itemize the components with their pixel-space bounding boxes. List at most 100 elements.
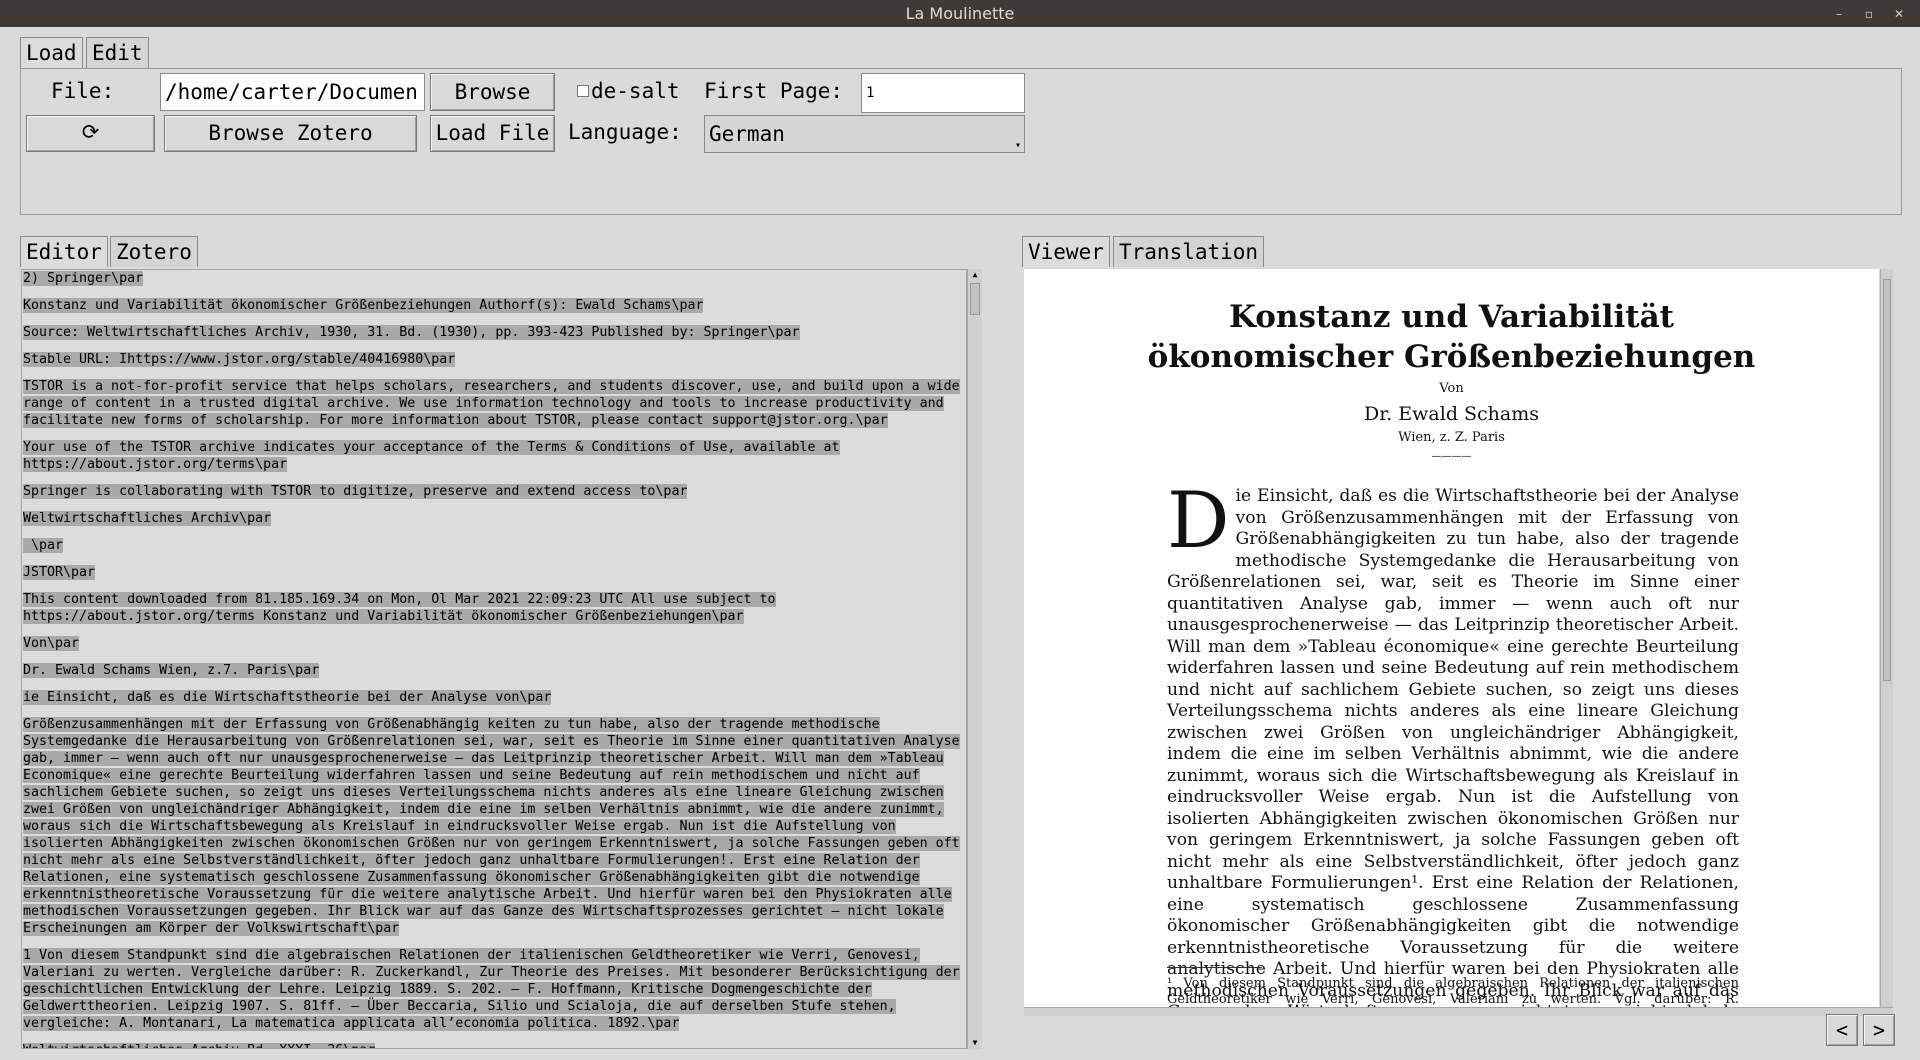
editor-line-text: Valeriani zu werten. Vergleiche darüber:…	[23, 965, 960, 980]
maximize-icon[interactable]: ▫	[1856, 4, 1882, 24]
next-page-button[interactable]: >	[1863, 1014, 1895, 1046]
editor-line-text: https://about.jstor.org/terms\par	[23, 457, 288, 472]
page-author: Dr. Ewald Schams	[1363, 403, 1540, 425]
editor-line: 1 Von diesem Standpunkt sind die algebra…	[22, 947, 966, 964]
editor-line-text: Weltwirtschaftliches Archiv Bd. XXXI. 26…	[23, 1043, 376, 1048]
editor-paragraph-gap	[22, 500, 966, 510]
page-rule: ————	[1431, 451, 1472, 462]
editor-line: ie Einsicht, daß es die Wirtschaftstheor…	[22, 689, 966, 706]
editor-line: geschichtlichen Entwicklung der Lehre. L…	[22, 981, 966, 998]
editor-paragraph-gap	[22, 314, 966, 324]
editor-line-text: \par	[23, 538, 64, 553]
editor-line-text: ie Einsicht, daß es die Wirtschaftstheor…	[23, 690, 552, 705]
first-page-label: First Page:	[704, 79, 844, 103]
page-footnote: ¹ Von diesem Standpunkt sind die algebra…	[1167, 976, 1739, 1007]
first-page-input[interactable]: 1	[861, 73, 1025, 113]
editor-line: isolierten Abhängigkeiten zwischen ökono…	[22, 835, 966, 852]
tab-load[interactable]: Load	[20, 37, 83, 68]
file-path-input[interactable]: /home/carter/Documen	[160, 73, 425, 111]
editor-line: Valeriani zu werten. Vergleiche darüber:…	[22, 964, 966, 981]
refresh-button[interactable]: ⟳	[26, 115, 155, 152]
editor-line: 2) Springer\par	[22, 270, 966, 287]
language-select[interactable]: German ▾	[704, 115, 1025, 153]
tab-translation[interactable]: Translation	[1113, 236, 1265, 267]
editor-content: 2) Springer\par Konstanz und Variabilität…	[22, 270, 966, 1048]
editor-line-text: Erscheinungen am Körper der Volkswirtsch…	[23, 921, 400, 936]
editor-line-text: methodischen Voraussetzungen gegeben. Ih…	[23, 904, 944, 919]
viewer-vertical-scrollbar[interactable]	[1880, 269, 1893, 1007]
editor-line-text: Geldwerttheorien. Leipzig 1907. S. 81ff.…	[23, 999, 896, 1014]
editor-line-text: Economique« eine gerechte Beurteilung wi…	[23, 768, 920, 783]
window-controls: – ▫ ✕	[1826, 0, 1912, 27]
scroll-down-icon[interactable]: ▼	[968, 1037, 982, 1049]
editor-line: vergleiche: A. Montanari, La matematica …	[22, 1015, 966, 1032]
editor-line: Source: Weltwirtschaftliches Archiv, 193…	[22, 324, 966, 341]
editor-line: This content downloaded from 81.185.169.…	[22, 591, 966, 608]
editor-line-text: sachlichem Gebiete suchen, so zeigt uns …	[23, 785, 944, 800]
minimize-icon[interactable]: –	[1826, 4, 1852, 24]
editor-line: sachlichem Gebiete suchen, so zeigt uns …	[22, 784, 966, 801]
editor-line-text: Konstanz und Variabilität ökonomischer G…	[23, 298, 704, 313]
viewer-vscroll-thumb[interactable]	[1883, 279, 1891, 681]
editor-line: woraus sich die Wirtschaftsbewegung als …	[22, 818, 966, 835]
editor-paragraph-gap	[22, 554, 966, 564]
editor-line: Konstanz und Variabilität ökonomischer G…	[22, 297, 966, 314]
language-value: German	[709, 122, 785, 146]
editor-line: JSTOR\par	[22, 564, 966, 581]
editor-line-text: nicht mehr als eine Selbstverständlichke…	[23, 853, 920, 868]
editor-line-text: Größenzusammenhängen mit der Erfassung v…	[23, 717, 880, 732]
editor-line-text: geschichtlichen Entwicklung der Lehre. L…	[23, 982, 872, 997]
pdf-viewer[interactable]: Konstanz und Variabilität ökonomischer G…	[1024, 269, 1879, 1007]
editor-line: https://about.jstor.org/terms Konstanz u…	[22, 608, 966, 625]
editor-scrollbar[interactable]: ▲ ▼	[967, 269, 982, 1049]
editor-line: Your use of the TSTOR archive indicates …	[22, 439, 966, 456]
editor-line-text: facilitate new forms of scholarship. For…	[23, 413, 888, 428]
tab-zotero[interactable]: Zotero	[110, 236, 198, 267]
editor-paragraph-gap	[22, 706, 966, 716]
editor-line-text: Systemgedanke die Herausarbeitung von Gr…	[23, 734, 960, 749]
editor-line: Größenzusammenhängen mit der Erfassung v…	[22, 716, 966, 733]
editor-line: TSTOR is a not-for-profit service that h…	[22, 378, 966, 395]
editor-line-text: Relationen, eine systematisch geschlosse…	[23, 870, 920, 885]
editor-line-text: Stable URL: Ihttps://www.jstor.org/stabl…	[23, 352, 456, 367]
page-body-text: ie Einsicht, daß es die Wirtschaftstheor…	[1167, 486, 1739, 1007]
editor-line: Relationen, eine systematisch geschlosse…	[22, 869, 966, 886]
tab-edit[interactable]: Edit	[86, 37, 149, 68]
viewer-horizontal-scrollbar[interactable]	[1024, 1007, 1893, 1016]
editor-line-text: Von\par	[23, 636, 80, 651]
editor-line: erkenntnistheoretische Voraussetzung für…	[22, 886, 966, 903]
editor-line: Economique« eine gerechte Beurteilung wi…	[22, 767, 966, 784]
file-label: File:	[51, 79, 115, 103]
editor-paragraph-gap	[22, 625, 966, 635]
editor-line: Erscheinungen am Körper der Volkswirtsch…	[22, 920, 966, 937]
editor-line-text: 1 Von diesem Standpunkt sind die algebra…	[23, 948, 920, 963]
editor-scrollbar-thumb[interactable]	[970, 283, 980, 315]
tab-editor[interactable]: Editor	[20, 236, 108, 267]
prev-page-button[interactable]: <	[1826, 1014, 1858, 1046]
editor-line-text: https://about.jstor.org/terms Konstanz u…	[23, 609, 744, 624]
editor-line: Weltwirtschaftliches Archiv\par	[22, 510, 966, 527]
desalt-checkbox[interactable]	[577, 85, 589, 97]
load-panel: File: /home/carter/Documen Browse de-sal…	[20, 68, 1902, 215]
editor-line-text: woraus sich die Wirtschaftsbewegung als …	[23, 819, 896, 834]
page-von: Von	[1439, 381, 1464, 396]
editor-textarea[interactable]: 2) Springer\par Konstanz und Variabilität…	[21, 269, 967, 1049]
load-file-button[interactable]: Load File	[430, 115, 555, 152]
editor-paragraph-gap	[22, 1032, 966, 1042]
editor-paragraph-gap	[22, 581, 966, 591]
editor-paragraph-gap	[22, 679, 966, 689]
editor-line-text: This content downloaded from 81.185.169.…	[23, 592, 776, 607]
tab-viewer[interactable]: Viewer	[1022, 236, 1110, 267]
desalt-label: de-salt	[591, 79, 680, 103]
scroll-up-icon[interactable]: ▲	[968, 269, 982, 281]
dropdown-arrow-icon: ▾	[1014, 140, 1021, 151]
editor-paragraph-gap	[22, 429, 966, 439]
browse-button[interactable]: Browse	[430, 73, 555, 111]
editor-line: zwei Größen von ungleichändriger Abhängi…	[22, 801, 966, 818]
editor-line-text: vergleiche: A. Montanari, La matematica …	[23, 1016, 680, 1031]
footnote-rule	[1167, 967, 1262, 968]
editor-line-text: Dr. Ewald Schams Wien, z.7. Paris\par	[23, 663, 320, 678]
browse-zotero-button[interactable]: Browse Zotero	[164, 115, 417, 152]
close-icon[interactable]: ✕	[1886, 4, 1912, 24]
editor-line: nicht mehr als eine Selbstverständlichke…	[22, 852, 966, 869]
